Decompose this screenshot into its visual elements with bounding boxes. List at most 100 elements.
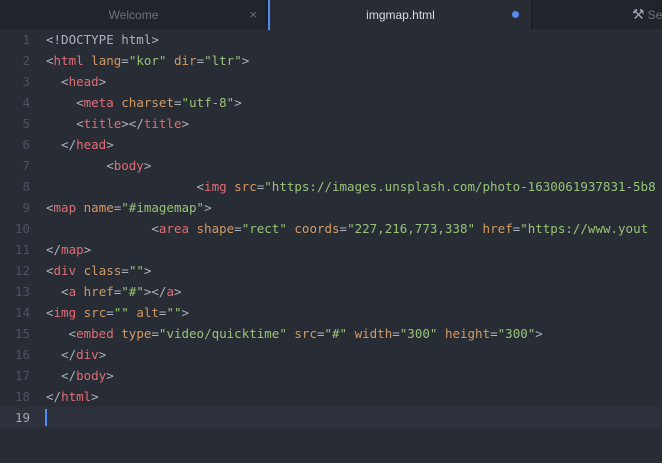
code-token: ></ (121, 116, 144, 131)
code-token: "#" (324, 326, 348, 341)
code-token: "" (166, 305, 182, 320)
code-text: </html> (46, 386, 99, 407)
code-token: > (98, 347, 107, 362)
code-token: img (204, 179, 227, 194)
code-token: div (76, 347, 99, 362)
line-number: 7 (22, 158, 30, 173)
code-line[interactable]: 10 <area shape="rect" coords="227,216,77… (0, 218, 662, 239)
code-token: "rect" (241, 221, 287, 236)
line-number: 8 (22, 179, 30, 194)
code-token: </ (46, 242, 62, 257)
code-token: body (113, 158, 144, 173)
code-token: < (46, 95, 84, 110)
line-number: 1 (22, 32, 30, 47)
code-line[interactable]: 15 <embed type="video/quicktime" src="#"… (0, 323, 662, 344)
code-token: > (535, 326, 543, 341)
line-number: 9 (22, 200, 30, 215)
code-token: a (166, 284, 174, 299)
code-line[interactable]: 5 <title></title> (0, 113, 662, 134)
code-text: </head> (46, 134, 114, 155)
code-token: "ltr" (204, 53, 242, 68)
code-line[interactable]: 14 <img src="" alt=""> (0, 302, 662, 323)
code-text: </div> (46, 344, 106, 365)
code-token: width (354, 326, 393, 341)
line-number: 17 (14, 368, 30, 383)
code-line[interactable]: 12 <div class=""> (0, 260, 662, 281)
code-token: "https://www.yout (520, 221, 649, 236)
tab-imgmap-label: imgmap.html (366, 8, 435, 22)
code-token: head (76, 137, 107, 152)
code-line[interactable]: 2 <html lang="kor" dir="ltr"> (0, 50, 662, 71)
code-text: <!DOCTYPE html> (46, 29, 159, 50)
code-token: class (83, 263, 122, 278)
code-token: title (143, 116, 182, 131)
code-text: <meta charset="utf-8"> (46, 92, 242, 113)
code-token: = (173, 95, 182, 110)
code-line[interactable]: 8 <img src="https://images.unsplash.com/… (0, 176, 662, 197)
code-token: = (121, 263, 129, 278)
code-line[interactable]: 13 <a href="#"></a> (0, 281, 662, 302)
code-editor[interactable]: 1 <!DOCTYPE html> 2 <html lang="kor" dir="l… (0, 29, 662, 463)
line-number: 11 (14, 242, 30, 257)
code-line[interactable]: 16 </div> (0, 344, 662, 365)
code-token: div (53, 263, 77, 278)
code-text: <head> (46, 71, 106, 92)
code-token: > (241, 53, 250, 68)
tab-bar: Welcome × imgmap.html ⚒ Se (0, 0, 662, 30)
code-token: < (46, 74, 69, 89)
code-token: map (61, 242, 84, 257)
code-token: < (46, 179, 205, 194)
code-token: > (83, 242, 92, 257)
line-number: 19 (14, 410, 30, 425)
tab-settings[interactable]: ⚒ Se (532, 0, 662, 29)
code-token: < (46, 284, 69, 299)
code-token: > (181, 116, 190, 131)
code-text: <map name="#imagemap"> (46, 197, 212, 218)
code-token: "video/quicktime" (158, 326, 287, 341)
code-text: <html lang="kor" dir="ltr"> (46, 50, 249, 71)
code-line[interactable]: 11 </map> (0, 239, 662, 260)
line-number: 14 (14, 305, 30, 320)
code-line[interactable]: 6 </head> (0, 134, 662, 155)
code-line[interactable]: 7 <body> (0, 155, 662, 176)
code-line[interactable]: 4 <meta charset="utf-8"> (0, 92, 662, 113)
code-token: "utf-8" (181, 95, 235, 110)
tab-welcome-label: Welcome (108, 7, 159, 22)
close-icon[interactable]: × (249, 7, 257, 22)
code-token: = (121, 53, 129, 68)
code-token: > (106, 368, 114, 383)
code-token: = (316, 326, 325, 341)
line-number: 13 (14, 284, 30, 299)
code-line[interactable]: 17 </body> (0, 365, 662, 386)
code-token: </ (46, 389, 62, 404)
code-token: < (46, 326, 77, 341)
code-token: > (173, 284, 182, 299)
wrench-screwdriver-icon: ⚒ (632, 6, 645, 22)
code-token: = (392, 326, 400, 341)
tab-welcome[interactable]: Welcome × (0, 0, 268, 29)
unsaved-dot-icon[interactable] (512, 11, 519, 18)
line-number: 10 (14, 221, 30, 236)
code-token: dir (173, 53, 197, 68)
code-token: = (196, 53, 205, 68)
code-token: > (204, 200, 212, 215)
code-line[interactable]: 19 (0, 407, 662, 428)
code-token: alt (136, 305, 159, 320)
line-number: 3 (22, 74, 30, 89)
code-token: charset (121, 95, 174, 110)
code-line[interactable]: 1 <!DOCTYPE html> (0, 29, 662, 50)
code-line[interactable]: 18 </html> (0, 386, 662, 407)
tab-imgmap-html[interactable]: imgmap.html (268, 0, 532, 30)
code-token: title (83, 116, 122, 131)
code-token: > (106, 137, 114, 152)
code-text: </map> (46, 239, 91, 260)
code-token: src (83, 305, 107, 320)
code-line[interactable]: 9 <map name="#imagemap"> (0, 197, 662, 218)
code-token: href (482, 221, 513, 236)
code-line[interactable]: 3 <head> (0, 71, 662, 92)
code-token: = (339, 221, 348, 236)
line-number: 6 (22, 137, 30, 152)
